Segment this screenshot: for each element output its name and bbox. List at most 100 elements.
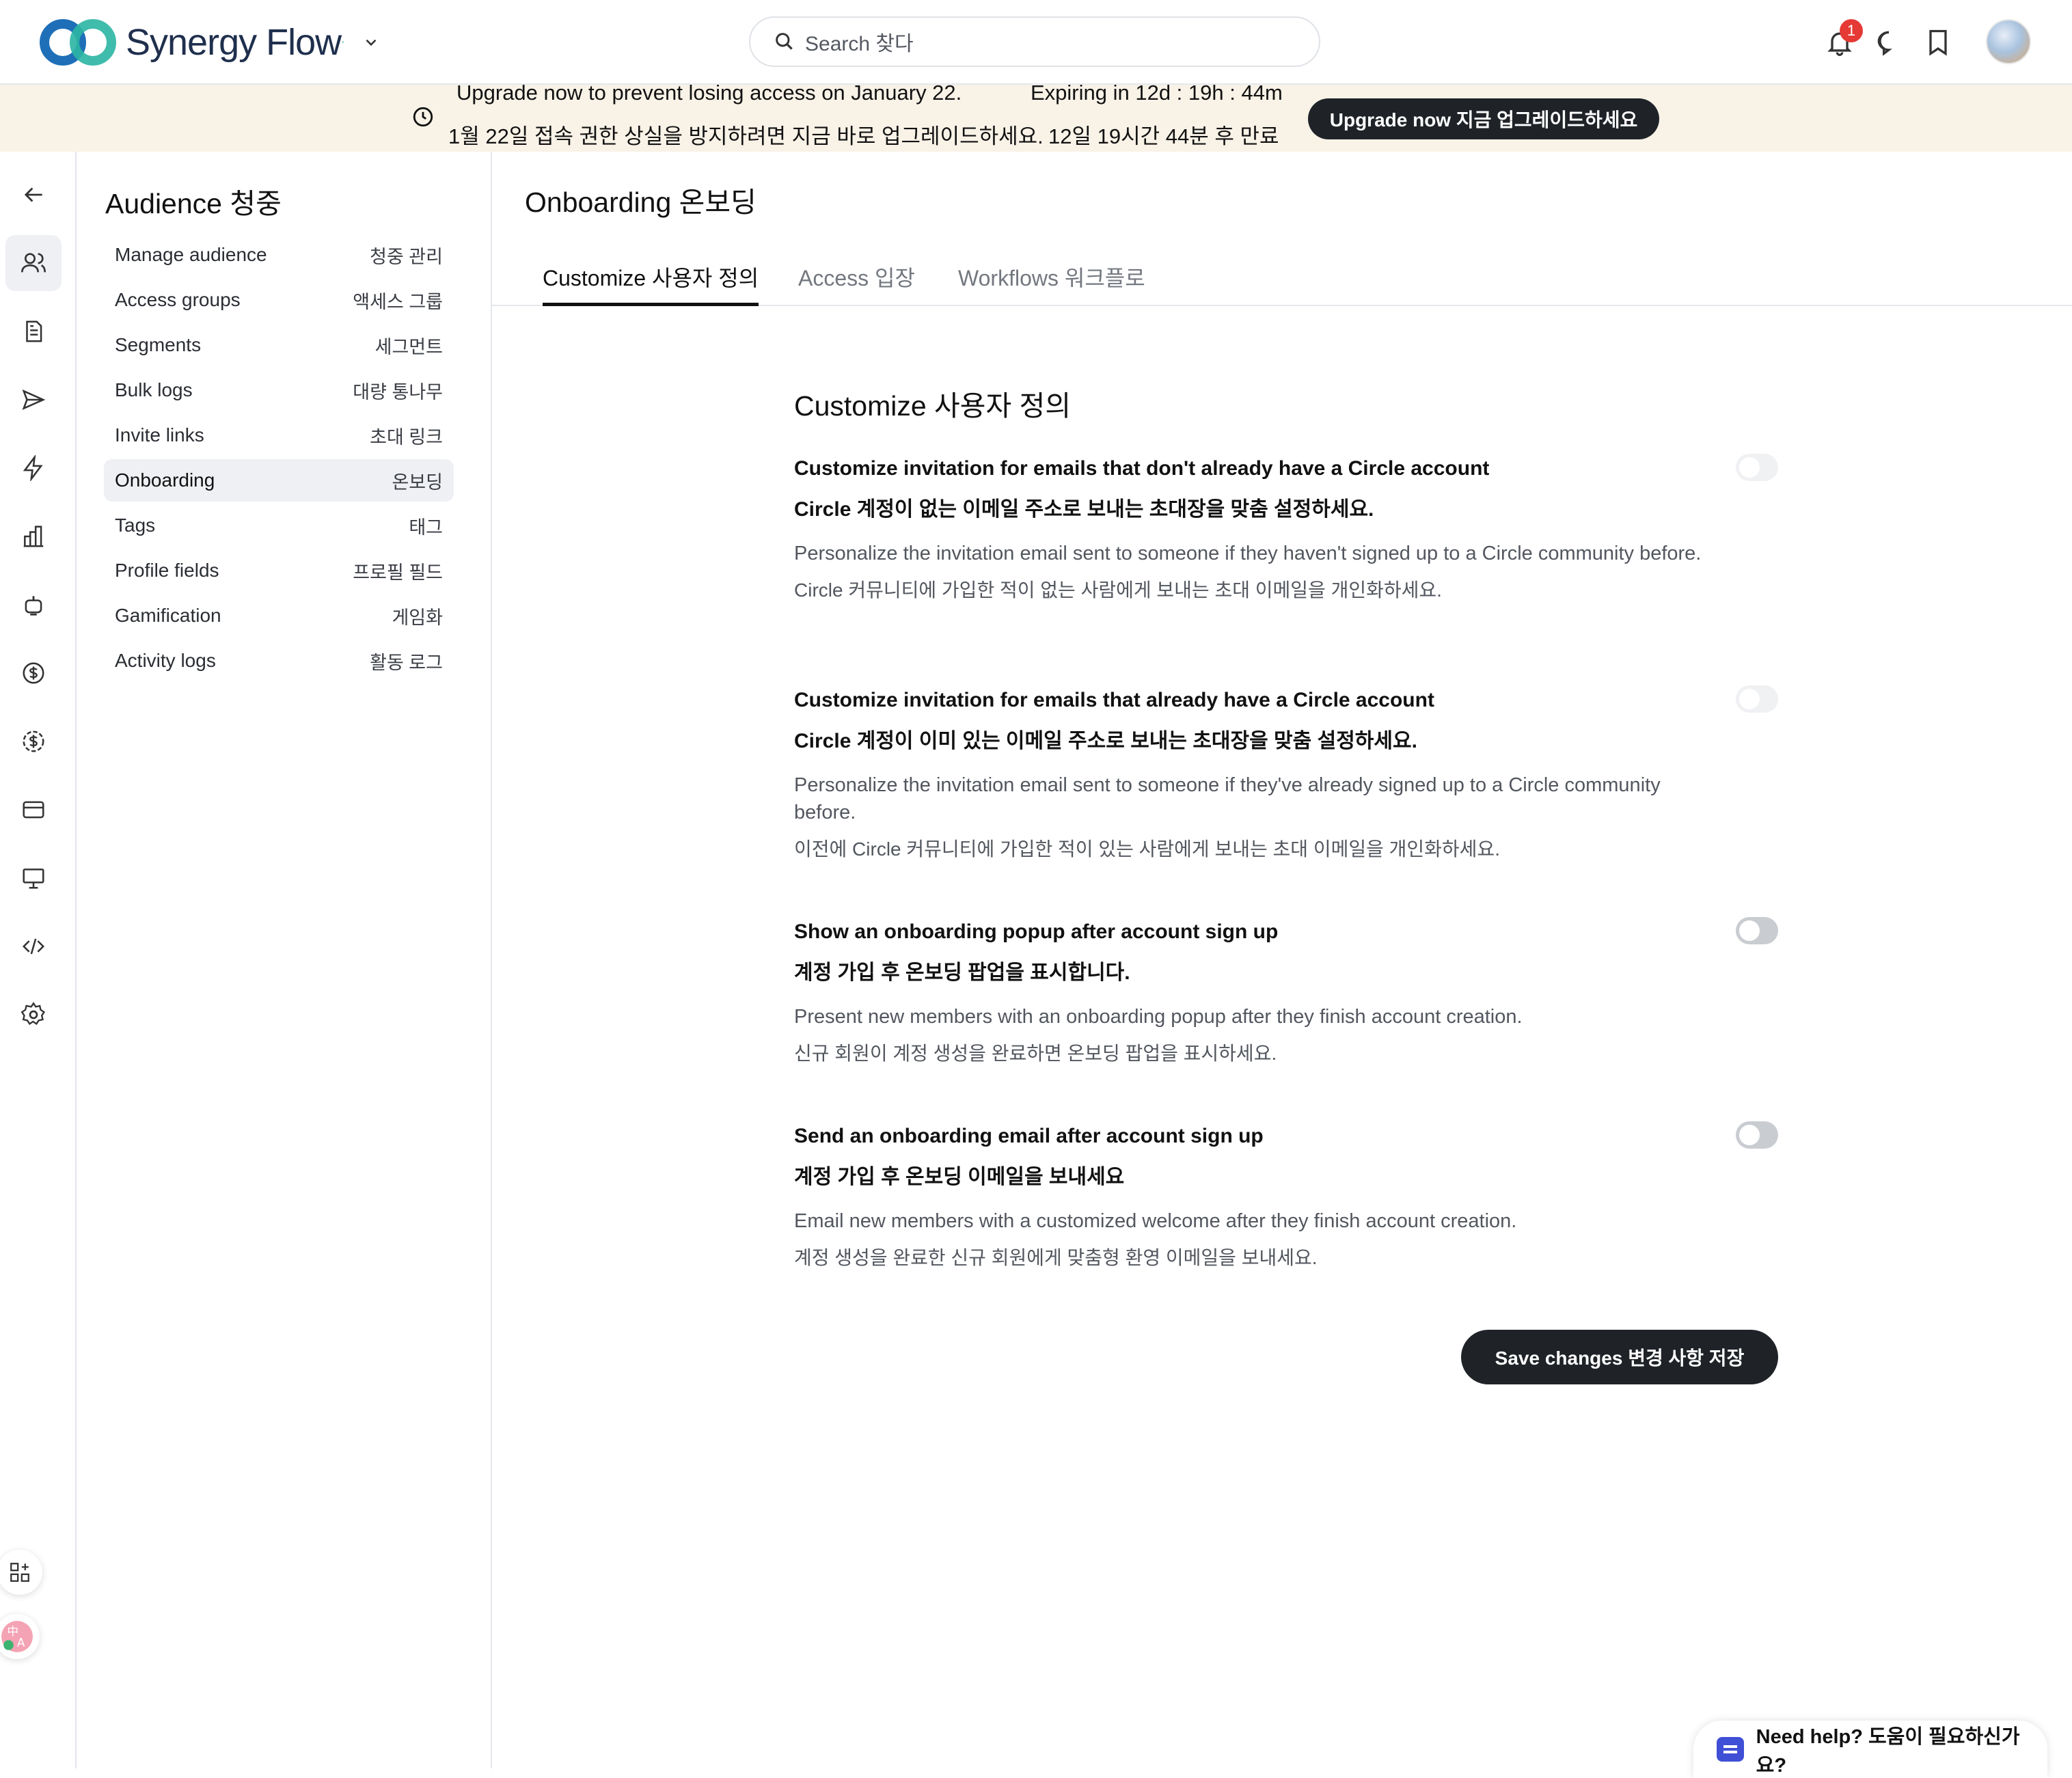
subnav-label: Bulk logs xyxy=(115,379,193,400)
subnav-item-tags[interactable]: Tags 태그 xyxy=(104,504,454,547)
setting-invite-existing-accounts: Customize invitation for emails that alr… xyxy=(794,688,1778,862)
subnav-label: Profile fields xyxy=(115,560,219,581)
toggle-onboarding-popup[interactable] xyxy=(1736,917,1778,944)
subnav-label-ko: 청중 관리 xyxy=(370,246,443,267)
subnav-label: Activity logs xyxy=(115,650,216,671)
setting-description: Email new members with a customized welc… xyxy=(794,1210,1517,1232)
clock-icon xyxy=(413,107,433,127)
bolt-icon[interactable] xyxy=(5,440,62,496)
setting-description-ko: 이전에 Circle 커뮤니티에 가입한 적이 있는 사람에게 보내는 초대 이… xyxy=(794,838,1500,860)
avatar[interactable] xyxy=(1986,19,2031,64)
subnav-item-gamification[interactable]: Gamification 게임화 xyxy=(104,594,454,637)
icon-rail: 中A xyxy=(0,152,77,1768)
setting-title-ko: Circle 계정이 이미 있는 이메일 주소로 보내는 초대장을 맞춤 설정하… xyxy=(794,730,1417,752)
translate-icon[interactable]: 中A xyxy=(0,1614,40,1659)
banner-message-ko: 1월 22일 접속 권한 상실을 방지하려면 지금 바로 업그레이드하세요. xyxy=(448,124,1044,148)
banner-message-en: Upgrade now to prevent losing access on … xyxy=(456,81,962,105)
audience-subnav: Audience 청중 Manage audience 청중 관리 Access … xyxy=(77,152,492,1768)
subnav-item-segments[interactable]: Segments 세그먼트 xyxy=(104,324,454,366)
search-input[interactable]: Search 찾다 xyxy=(749,16,1320,67)
setting-title-ko: Circle 계정이 없는 이메일 주소로 보내는 초대장을 맞춤 설정하세요. xyxy=(794,498,1374,521)
toggle-knob xyxy=(1739,689,1760,709)
subnav-label-ko: 게임화 xyxy=(392,607,443,628)
subnav-item-invite-links[interactable]: Invite links 초대 링크 xyxy=(104,414,454,456)
svg-text:A: A xyxy=(17,1637,25,1650)
setting-title-ko: 계정 가입 후 온보딩 팝업을 표시합니다. xyxy=(794,961,1130,984)
setting-description: Present new members with an onboarding p… xyxy=(794,1006,1523,1028)
subnav-title: Audience 청중 xyxy=(105,188,282,219)
logo-mark-icon xyxy=(40,19,116,66)
bot-icon[interactable] xyxy=(5,577,62,633)
subnav-item-profile-fields[interactable]: Profile fields 프로필 필드 xyxy=(104,549,454,592)
subnav-label: Tags xyxy=(115,515,156,536)
search-placeholder: Search 찾다 xyxy=(805,33,914,55)
upgrade-now-button[interactable]: Upgrade now 지금 업그레이드하세요 xyxy=(1308,98,1659,139)
brand-dot: · xyxy=(341,36,345,48)
subnav-label-ko: 세그먼트 xyxy=(374,336,443,357)
back-arrow-icon[interactable] xyxy=(5,167,62,223)
page-title: Onboarding 온보딩 xyxy=(525,187,756,218)
subnav-item-manage-audience[interactable]: Manage audience 청중 관리 xyxy=(104,234,454,276)
subnav-item-access-groups[interactable]: Access groups 액세스 그룹 xyxy=(104,279,454,321)
setting-title: Show an onboarding popup after account s… xyxy=(794,920,1279,943)
toggle-invite-existing-accounts[interactable] xyxy=(1736,685,1778,713)
chat-icon[interactable] xyxy=(1874,27,1904,57)
setting-title-ko: 계정 가입 후 온보딩 이메일을 보내세요 xyxy=(794,1166,1125,1188)
subnav-label-ko: 프로필 필드 xyxy=(353,562,443,583)
setting-description: Personalize the invitation email sent to… xyxy=(794,543,1702,564)
setting-invite-new-accounts: Customize invitation for emails that don… xyxy=(794,456,1778,603)
top-header: Synergy Flow · Search 찾다 1 xyxy=(0,0,2072,85)
subnav-label: Onboarding xyxy=(115,469,215,491)
brand-logo[interactable]: Synergy Flow · xyxy=(38,16,380,68)
dollar-badge-icon[interactable] xyxy=(5,713,62,769)
subnav-label: Gamification xyxy=(115,605,221,626)
section-title: Customize 사용자 정의 xyxy=(794,390,1072,422)
tab-workflows[interactable]: Workflows 워크플로 xyxy=(958,261,1145,306)
gear-icon[interactable] xyxy=(5,987,62,1043)
chevron-down-icon[interactable] xyxy=(362,33,380,51)
subnav-item-onboarding[interactable]: Onboarding 온보딩 xyxy=(104,459,454,502)
subnav-item-activity-logs[interactable]: Activity logs 활동 로그 xyxy=(104,640,454,682)
subnav-label: Invite links xyxy=(115,424,204,446)
setting-description-ko: Circle 커뮤니티에 가입한 적이 없는 사람에게 보내는 초대 이메일을 … xyxy=(794,579,1442,601)
help-widget[interactable]: Need help? 도움이 필요하신가요? xyxy=(1693,1721,2047,1778)
subnav-label-ko: 대량 통나무 xyxy=(353,381,443,402)
tab-access[interactable]: Access 입장 xyxy=(798,261,915,306)
toggle-knob xyxy=(1739,920,1760,941)
toggle-invite-new-accounts[interactable] xyxy=(1736,454,1778,481)
subnav-label-ko: 활동 로그 xyxy=(370,652,443,673)
setting-description: Personalize the invitation email sent to… xyxy=(794,774,1661,823)
setting-title: Customize invitation for emails that alr… xyxy=(794,689,1434,711)
apps-add-icon[interactable] xyxy=(0,1550,42,1595)
setting-description-ko: 계정 생성을 완료한 신규 회원에게 맞춤형 환영 이메일을 보내세요. xyxy=(794,1247,1318,1268)
help-label: Need help? 도움이 필요하신가요? xyxy=(1756,1726,2020,1777)
subnav-label-ko: 태그 xyxy=(409,517,443,538)
monitor-icon[interactable] xyxy=(5,850,62,906)
code-icon[interactable] xyxy=(5,918,62,974)
bookmark-icon[interactable] xyxy=(1923,27,1953,57)
dollar-icon[interactable] xyxy=(5,645,62,701)
subnav-item-bulk-logs[interactable]: Bulk logs 대량 통나무 xyxy=(104,369,454,411)
bar-chart-icon[interactable] xyxy=(5,508,62,564)
setting-title: Customize invitation for emails that don… xyxy=(794,457,1490,480)
notification-badge: 1 xyxy=(1840,19,1863,42)
card-icon[interactable] xyxy=(5,782,62,838)
subnav-label: Manage audience xyxy=(115,244,267,265)
tab-customize[interactable]: Customize 사용자 정의 xyxy=(543,261,759,306)
banner-expiry-en: Expiring in 12d : 19h : 44m xyxy=(1031,81,1283,105)
setting-title: Send an onboarding email after account s… xyxy=(794,1125,1264,1147)
banner-expiry-ko: 12일 19시간 44분 후 만료 xyxy=(1048,124,1279,148)
document-icon[interactable] xyxy=(5,303,62,359)
tab-bar: Customize 사용자 정의 Access 입장 Workflows 워크플… xyxy=(492,254,2072,306)
users-icon[interactable] xyxy=(5,235,62,291)
setting-onboarding-popup: Show an onboarding popup after account s… xyxy=(794,920,1778,1066)
subnav-label-ko: 온보딩 xyxy=(392,471,443,493)
toggle-knob xyxy=(1739,457,1760,478)
setting-onboarding-email: Send an onboarding email after account s… xyxy=(794,1124,1778,1270)
brand-name: Synergy Flow xyxy=(126,22,342,63)
subnav-label: Access groups xyxy=(115,289,241,310)
save-changes-button[interactable]: Save changes 변경 사항 저장 xyxy=(1461,1330,1778,1384)
toggle-onboarding-email[interactable] xyxy=(1736,1121,1778,1149)
send-icon[interactable] xyxy=(5,372,62,428)
search-icon xyxy=(776,33,793,50)
